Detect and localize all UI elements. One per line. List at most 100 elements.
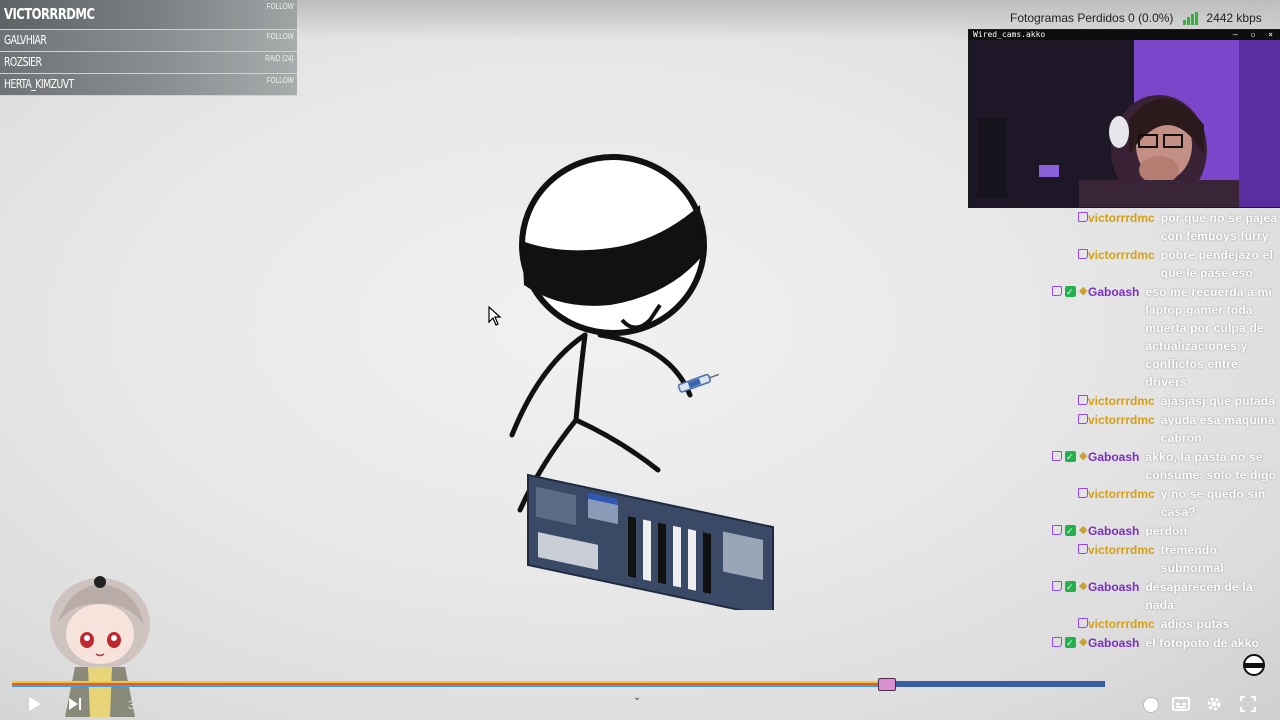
alert-row: HERTA_KIMZUVT FOLLOW <box>0 74 297 96</box>
bits-badge-icon: ◆ <box>1079 636 1088 648</box>
twitch-badge-icon <box>1078 395 1088 405</box>
chat-username[interactable]: Gaboash <box>1088 634 1139 652</box>
motherboard-image <box>527 473 774 610</box>
chat-message: ◆Gaboashakko, la pasta no se consume, so… <box>984 448 1280 484</box>
twitch-badge-icon <box>1078 414 1088 424</box>
signal-strength-icon <box>1183 11 1199 25</box>
check-badge-icon <box>1065 522 1076 540</box>
alert-name: ROZSIER <box>4 55 42 69</box>
twitch-badge-icon <box>1078 212 1088 222</box>
chat-message: ◆Gaboashdesaparecen de la nada <box>984 578 1280 614</box>
chat-username[interactable]: Gaboash <box>1088 578 1139 614</box>
bits-badge-icon: ◆ <box>1079 285 1088 297</box>
chat-text: pobre pendejazo el que le pase eso <box>1160 248 1273 280</box>
progress-played <box>12 681 887 687</box>
chat-text: adios putas <box>1160 617 1230 631</box>
time-display: 3:17 / 4:41 <box>128 698 185 712</box>
chat-username[interactable]: victorrrdmc <box>1088 615 1155 633</box>
chat-message: victorrrdmc pobre pendejazo el que le pas… <box>984 246 1280 282</box>
window-controls[interactable]: – ▫ × <box>1233 30 1277 40</box>
chat-text: eso me recuerda a mi laptop gamer toda m… <box>1145 285 1273 389</box>
chat-message: victorrrdmc ajasjasj que putada <box>984 392 1280 410</box>
mouse-cursor-icon <box>488 306 502 326</box>
chat-text: akko, la pasta no se consume, solo te di… <box>1145 450 1277 482</box>
chat-badges <box>984 411 1088 447</box>
chat-message: victorrrdmc adios putas <box>984 615 1280 633</box>
chat-username[interactable]: victorrrdmc <box>1088 485 1155 521</box>
chat-text: por que no se pajea con femboys furry <box>1160 211 1278 243</box>
twitch-badge-icon <box>1052 451 1062 461</box>
twitch-badge-icon <box>1052 637 1062 647</box>
alert-tag: RAID (24) <box>265 54 294 63</box>
bits-badge-icon: ◆ <box>1079 450 1088 462</box>
webcam-window: Wired_cams.akko – ▫ × <box>968 29 1280 208</box>
chevron-down-icon[interactable]: ⌄ <box>633 692 641 703</box>
chat-message: victorrrdmc y no se quedo sin casa? <box>984 485 1280 521</box>
chat-text: tremendo subnormal <box>1160 543 1224 575</box>
twitch-badge-icon <box>1052 525 1062 535</box>
chat-badges: ◆ <box>984 448 1088 484</box>
chat-badges: ◆ <box>984 283 1088 391</box>
alert-name: GALVHIAR <box>4 33 47 47</box>
bits-badge-icon: ◆ <box>1079 580 1088 592</box>
twitch-badge-icon <box>1052 581 1062 591</box>
frames-dropped: Fotogramas Perdidos 0 (0.0%) <box>1010 11 1174 25</box>
alert-name: HERTA_KIMZUVT <box>4 77 74 91</box>
chat-message: ◆Gaboash el fotopoto de akko <box>984 634 1280 652</box>
chat-username[interactable]: victorrrdmc <box>1088 246 1155 282</box>
webcam-titlebar: Wired_cams.akko – ▫ × <box>969 30 1280 40</box>
chat-username[interactable]: victorrrdmc <box>1088 392 1155 410</box>
chat-username[interactable]: Gaboash <box>1088 522 1139 540</box>
chat-badges <box>984 392 1088 410</box>
autoplay-toggle[interactable] <box>1133 697 1159 713</box>
chat-text: ajasjasj que putada <box>1160 394 1276 408</box>
check-badge-icon <box>1065 578 1076 596</box>
alert-row: ROZSIER RAID (24) <box>0 52 297 74</box>
bits-badge-icon: ◆ <box>1079 524 1088 536</box>
chat-badges <box>984 541 1088 577</box>
next-icon[interactable] <box>68 697 82 711</box>
play-icon[interactable] <box>28 696 42 712</box>
chat-text: perdon <box>1145 524 1188 538</box>
alert-row: GALVHIAR FOLLOW <box>0 30 297 52</box>
chat-badges <box>984 615 1088 633</box>
gear-icon[interactable] <box>1206 696 1222 712</box>
alert-row: VICTORRRDMC FOLLOW <box>0 0 297 30</box>
chat-panel: victorrrdmc por que no se pajea con fembo… <box>984 209 1280 653</box>
chat-message: victorrrdmc por que no se pajea con fembo… <box>984 209 1280 245</box>
chat-username[interactable]: victorrrdmc <box>1088 411 1155 447</box>
alert-tag: FOLLOW <box>266 2 294 11</box>
chat-badges: ◆ <box>984 634 1088 652</box>
overlay-button-icon[interactable] <box>1242 653 1266 677</box>
twitch-badge-icon <box>1078 249 1088 259</box>
follower-alerts: VICTORRRDMC FOLLOW GALVHIAR FOLLOW ROZSI… <box>0 0 297 96</box>
chat-username[interactable]: Gaboash <box>1088 283 1139 391</box>
chat-text: desaparecen de la nada <box>1145 580 1253 612</box>
check-badge-icon <box>1065 634 1076 652</box>
chat-message: ◆Gaboash perdon <box>984 522 1280 540</box>
alert-tag: FOLLOW <box>266 32 294 41</box>
webcam-feed <box>969 40 1280 207</box>
bitrate: 2442 kbps <box>1206 11 1262 25</box>
chat-message: ◆Gaboasheso me recuerda a mi laptop game… <box>984 283 1280 391</box>
chat-badges <box>984 485 1088 521</box>
subtitles-icon[interactable] <box>1172 697 1190 711</box>
chat-message: victorrrdmc tremendo subnormal <box>984 541 1280 577</box>
chat-username[interactable]: victorrrdmc <box>1088 541 1155 577</box>
stick-figure-illustration <box>509 154 774 610</box>
alert-name: VICTORRRDMC <box>4 5 95 23</box>
progress-bar[interactable] <box>12 678 1105 691</box>
twitch-badge-icon <box>1052 286 1062 296</box>
fullscreen-icon[interactable] <box>1240 696 1256 712</box>
chat-badges: ◆ <box>984 522 1088 540</box>
chat-text: ayuda esa maquina cabron <box>1160 413 1275 445</box>
chat-badges <box>984 209 1088 245</box>
chat-text: y no se quedo sin casa? <box>1160 487 1266 519</box>
twitch-badge-icon <box>1078 544 1088 554</box>
chat-username[interactable]: victorrrdmc <box>1088 209 1155 245</box>
chat-text: el fotopoto de akko <box>1145 636 1260 650</box>
webcam-title: Wired_cams.akko <box>973 30 1046 39</box>
check-badge-icon <box>1065 448 1076 466</box>
stick-figure-body <box>573 332 588 423</box>
chat-username[interactable]: Gaboash <box>1088 448 1139 484</box>
